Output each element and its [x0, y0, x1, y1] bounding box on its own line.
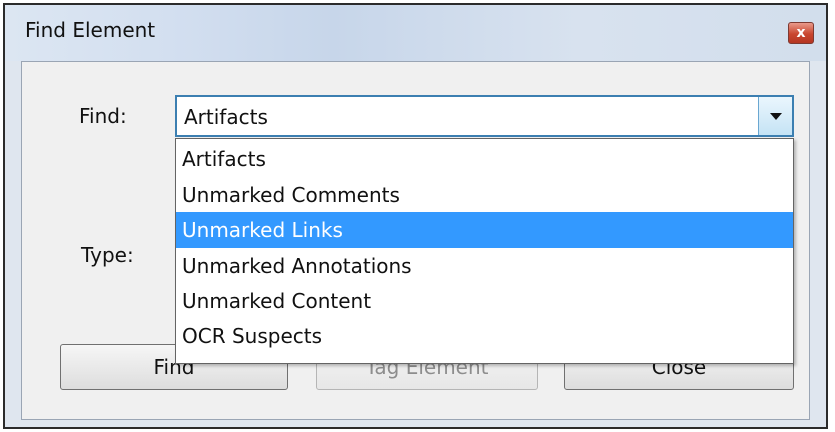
- find-selected-value: Artifacts: [184, 105, 268, 129]
- dropdown-option-unmarked-content[interactable]: Unmarked Content: [176, 283, 793, 319]
- find-element-dialog: Find Element x Find: Artifacts Artifacts…: [3, 3, 828, 429]
- dialog-body: Find: Artifacts Artifacts Unmarked Comme…: [21, 61, 810, 420]
- find-label: Find:: [79, 104, 127, 128]
- close-icon[interactable]: x: [788, 22, 814, 44]
- dialog-title: Find Element: [25, 18, 156, 42]
- dropdown-option-ocr-suspects[interactable]: OCR Suspects: [176, 318, 793, 354]
- chevron-down-icon[interactable]: [758, 97, 792, 135]
- dropdown-option-unmarked-links[interactable]: Unmarked Links: [176, 212, 793, 248]
- find-combobox[interactable]: Artifacts: [175, 95, 794, 137]
- find-dropdown-list: Artifacts Unmarked Comments Unmarked Lin…: [175, 138, 794, 364]
- type-label: Type:: [81, 243, 134, 267]
- dropdown-option-artifacts[interactable]: Artifacts: [176, 141, 793, 177]
- dropdown-option-unmarked-comments[interactable]: Unmarked Comments: [176, 177, 793, 213]
- dropdown-option-unmarked-annotations[interactable]: Unmarked Annotations: [176, 248, 793, 284]
- title-bar: Find Element x: [5, 5, 826, 61]
